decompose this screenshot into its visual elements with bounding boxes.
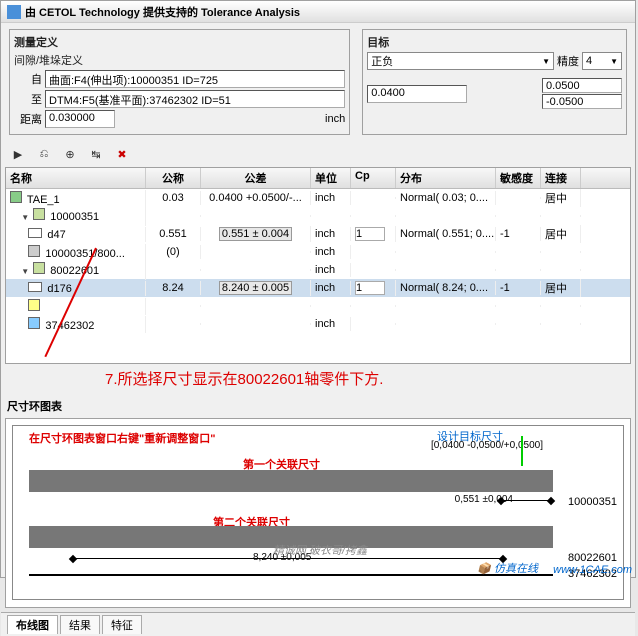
col-nominal[interactable]: 公称 bbox=[146, 168, 201, 188]
toolbar: ▶ ⎌ ⊕ ↹ ✖ bbox=[1, 141, 635, 167]
table-header: 名称 公称 公差 单位 Cp 分布 敏感度 连接 bbox=[6, 168, 630, 189]
chart-design-range: [0,0400 -0,0500/+0,0500] bbox=[431, 440, 543, 451]
to-field[interactable]: DTM4:F5(基准平面):37462302 ID=51 bbox=[45, 90, 345, 108]
tab-features[interactable]: 特征 bbox=[102, 615, 142, 634]
target-upper-field[interactable]: 0.0500 bbox=[542, 78, 622, 93]
table-row[interactable]: d470.5510.551 ± 0.004inch1Normal( 0.551;… bbox=[6, 225, 630, 243]
col-name[interactable]: 名称 bbox=[6, 168, 146, 188]
main-window: 由 CETOL Technology 提供支持的 Tolerance Analy… bbox=[0, 0, 636, 578]
precision-label: 精度 bbox=[557, 53, 579, 69]
col-sens[interactable]: 敏感度 bbox=[496, 168, 541, 188]
table-row[interactable]: 37462302inch bbox=[6, 315, 630, 333]
precision-dropdown[interactable]: 4▼ bbox=[582, 52, 622, 70]
annotation-text: 7.所选择尺寸显示在80022601轴零件下方. bbox=[5, 368, 631, 389]
table-row[interactable]: 10000351/800...(0)inch bbox=[6, 243, 630, 261]
col-unit[interactable]: 单位 bbox=[311, 168, 351, 188]
tab-results[interactable]: 结果 bbox=[60, 615, 100, 634]
section-measure: 测量定义 bbox=[14, 34, 58, 50]
chart-panel-title: 尺寸环图表 bbox=[1, 398, 635, 414]
col-cp[interactable]: Cp bbox=[351, 168, 396, 188]
part-icon bbox=[33, 262, 45, 274]
tolerance-button[interactable]: 0.551 ± 0.004 bbox=[219, 227, 292, 241]
target-type-dropdown[interactable]: 正负▼ bbox=[367, 52, 554, 70]
chart-dim1-line bbox=[501, 500, 551, 501]
unit-label: inch bbox=[325, 113, 345, 125]
measurement-panel: 测量定义 间隙/堆垛定义 自 曲面:F4(伸出项):10000351 ID=72… bbox=[9, 29, 350, 135]
pointer-icon[interactable]: ▶ bbox=[9, 145, 27, 163]
section-gap: 间隙/堆垛定义 bbox=[14, 52, 345, 68]
dimension-icon bbox=[28, 282, 42, 292]
table-row[interactable]: ▼ 10000351 bbox=[6, 207, 630, 225]
target-section: 目标 bbox=[367, 34, 622, 50]
window-title: 由 CETOL Technology 提供支持的 Tolerance Analy… bbox=[25, 4, 300, 20]
watermark-sim: 📦 仿真在线 bbox=[477, 560, 538, 576]
table-row[interactable]: d1768.248.240 ± 0.005inch1Normal( 8.24; … bbox=[6, 279, 630, 297]
target-lower-field[interactable]: -0.0500 bbox=[542, 94, 622, 109]
bottom-tabs: 布线图 结果 特征 bbox=[1, 612, 635, 636]
dimension-table: 名称 公称 公差 单位 Cp 分布 敏感度 连接 TAE_10.030.0400… bbox=[5, 167, 631, 364]
table-row[interactable] bbox=[6, 297, 630, 315]
datum-icon bbox=[28, 317, 40, 329]
chart-bar-1 bbox=[29, 470, 553, 492]
tab-routing[interactable]: 布线图 bbox=[7, 615, 58, 634]
target-center-field[interactable]: 0.0400 bbox=[367, 85, 467, 103]
watermark-url: www.1CAE.com bbox=[553, 564, 632, 576]
app-icon bbox=[7, 5, 21, 19]
target-panel: 目标 正负▼ 精度 4▼ 0.0400 0.0500 -0.0500 bbox=[362, 29, 627, 135]
expand-icon[interactable]: ▼ bbox=[19, 213, 31, 225]
chart-dim2-line bbox=[73, 558, 503, 559]
titlebar: 由 CETOL Technology 提供支持的 Tolerance Analy… bbox=[1, 1, 635, 23]
dist-field[interactable]: 0.030000 bbox=[45, 110, 115, 128]
chart-right-1: 10000351 bbox=[568, 496, 617, 508]
swap-icon[interactable]: ↹ bbox=[87, 145, 105, 163]
mate-icon bbox=[28, 245, 40, 257]
dimension-icon bbox=[28, 228, 42, 238]
table-row[interactable]: ▼ 80022601inch bbox=[6, 261, 630, 279]
chevron-down-icon: ▼ bbox=[542, 57, 550, 66]
expand-icon[interactable]: ▼ bbox=[19, 267, 31, 279]
target-marker bbox=[521, 436, 523, 466]
table-row[interactable]: TAE_10.030.0400 +0.0500/-...inchNormal( … bbox=[6, 189, 630, 207]
from-field[interactable]: 曲面:F4(伸出项):10000351 ID=725 bbox=[45, 70, 345, 88]
col-conn[interactable]: 连接 bbox=[541, 168, 581, 188]
tae-icon bbox=[10, 191, 22, 203]
chevron-down-icon: ▼ bbox=[610, 57, 618, 66]
part-icon bbox=[33, 208, 45, 220]
add-dim-icon[interactable]: ⊕ bbox=[61, 145, 79, 163]
col-dist[interactable]: 分布 bbox=[396, 168, 496, 188]
delete-icon[interactable]: ✖ bbox=[113, 145, 131, 163]
chart-baseline bbox=[29, 574, 553, 576]
tolerance-button[interactable]: 8.240 ± 0.005 bbox=[219, 281, 292, 295]
chart-note-window: 在尺寸环图表窗口右键"重新调整窗口" bbox=[29, 430, 215, 446]
to-label: 至 bbox=[14, 91, 42, 107]
col-tolerance[interactable]: 公差 bbox=[201, 168, 311, 188]
branch-icon[interactable]: ⎌ bbox=[35, 145, 53, 163]
cp-input[interactable]: 1 bbox=[355, 281, 385, 295]
table-body: TAE_10.030.0400 +0.0500/-...inchNormal( … bbox=[6, 189, 630, 333]
cp-input[interactable]: 1 bbox=[355, 227, 385, 241]
dist-label: 距离 bbox=[14, 111, 42, 127]
watermark-center: 精诚网 破衣哥/拷鑫 bbox=[1, 542, 638, 558]
from-label: 自 bbox=[14, 71, 42, 87]
placeholder-icon bbox=[28, 299, 40, 311]
